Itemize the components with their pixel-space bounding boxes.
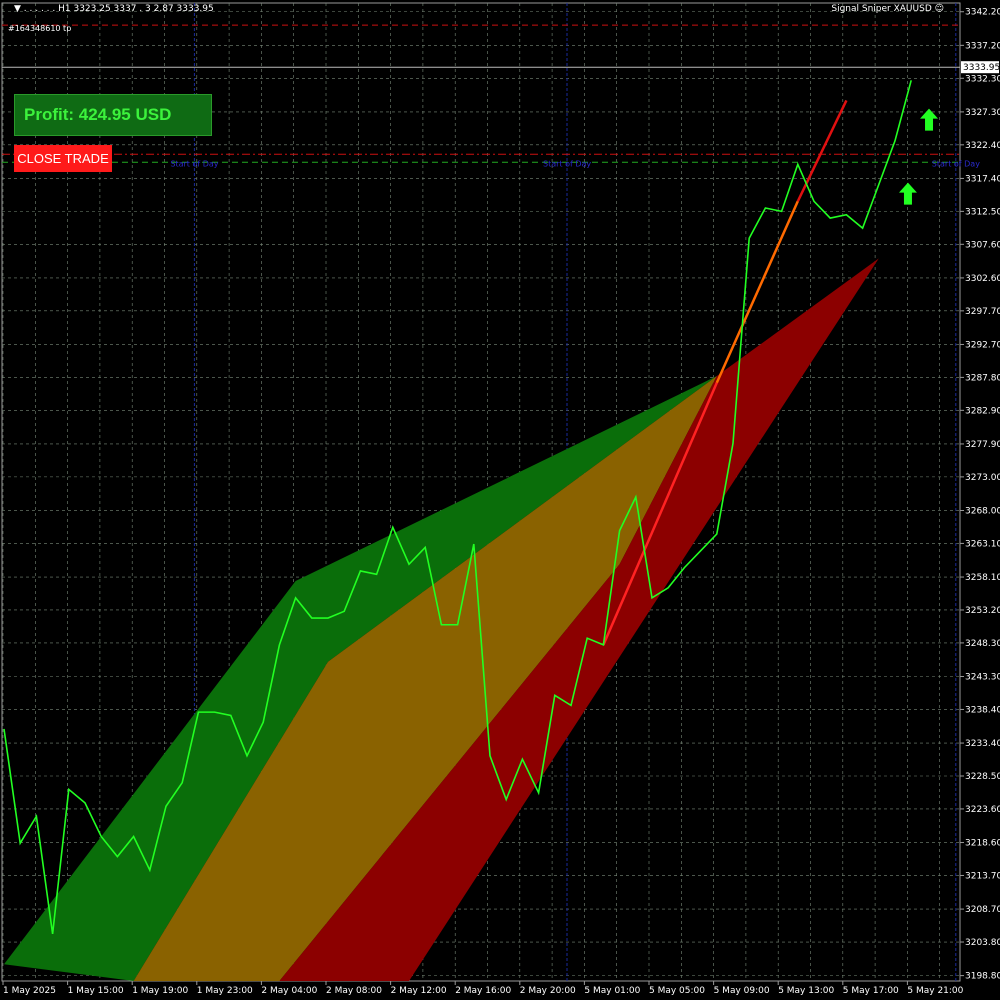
x-tick-label: 5 May 13:00 [778, 986, 834, 996]
y-tick-label: 3273.00 [965, 473, 1000, 483]
y-tick-label: 3342.20 [965, 8, 1000, 18]
y-tick-label: 3213.70 [965, 871, 1000, 881]
order-tp-label: #164348610 tp [8, 24, 72, 33]
y-tick-label: 3208.70 [965, 905, 1000, 915]
y-tick-label: 3243.30 [965, 673, 1000, 683]
y-tick-label: 3317.40 [965, 174, 1000, 184]
y-tick-label: 3223.60 [965, 805, 1000, 815]
y-tick-label: 3258.10 [965, 573, 1000, 583]
y-tick-label: 3337.20 [965, 41, 1000, 51]
y-tick-label: 3277.90 [965, 440, 1000, 450]
x-tick-label: 5 May 17:00 [843, 986, 899, 996]
y-tick-label: 3292.70 [965, 340, 1000, 350]
profit-label: Profit: 424.95 USD [24, 105, 172, 124]
x-tick-label: 2 May 12:00 [391, 986, 447, 996]
price-chart: Start of Day Start of Day Start of Day 3342… [1, 2, 1000, 996]
y-tick-label: 3218.60 [965, 839, 1000, 849]
y-tick-label: 3253.20 [965, 606, 1000, 616]
x-tick-label: 5 May 21:00 [907, 986, 963, 996]
y-tick-label: 3233.40 [965, 739, 1000, 749]
x-tick-label: 2 May 16:00 [455, 986, 511, 996]
symbol-header: ▼ . . . . . . H1 3323.25 3337 . 3 2.87 3… [14, 4, 214, 14]
x-tick-label: 1 May 23:00 [197, 986, 253, 996]
y-tick-label: 3302.60 [965, 274, 1000, 284]
x-tick-label: 5 May 09:00 [714, 986, 770, 996]
x-tick-label: 2 May 04:00 [261, 986, 317, 996]
y-tick-label: 3322.40 [965, 141, 1000, 151]
y-tick-label: 3238.40 [965, 705, 1000, 715]
y-tick-label: 3203.80 [965, 938, 1000, 948]
x-tick-label: 2 May 20:00 [520, 986, 576, 996]
close-trade-button[interactable]: CLOSE TRADE [14, 145, 112, 172]
start-of-day-label: Start of Day [932, 159, 980, 168]
y-tick-label: 3228.50 [965, 772, 1000, 782]
x-tick-label: 1 May 19:00 [132, 986, 188, 996]
y-tick-label: 3263.10 [965, 539, 1000, 549]
y-tick-label: 3327.30 [965, 108, 1000, 118]
x-tick-label: 2 May 08:00 [326, 986, 382, 996]
y-tick-label: 3287.80 [965, 373, 1000, 383]
x-tick-label: 5 May 05:00 [649, 986, 705, 996]
y-tick-label: 3268.00 [965, 506, 1000, 516]
current-price-label: 3333.95 [963, 63, 1000, 73]
start-of-day-label: Start of Day [543, 159, 591, 168]
y-tick-label: 3332.30 [965, 74, 1000, 84]
y-tick-label: 3297.70 [965, 307, 1000, 317]
x-tick-label: 1 May 2025 [3, 986, 56, 996]
start-of-day-label: Start of Day [170, 159, 218, 168]
y-tick-label: 3198.80 [965, 972, 1000, 982]
x-tick-label: 1 May 15:00 [68, 986, 124, 996]
indicator-header: Signal Sniper XAUUSD ☺ [831, 4, 944, 14]
y-tick-label: 3282.90 [965, 406, 1000, 416]
y-tick-label: 3312.50 [965, 207, 1000, 217]
y-tick-label: 3248.30 [965, 639, 1000, 649]
y-tick-label: 3307.60 [965, 240, 1000, 250]
x-tick-label: 5 May 01:00 [584, 986, 640, 996]
profit-panel: Profit: 424.95 USD [14, 94, 212, 136]
